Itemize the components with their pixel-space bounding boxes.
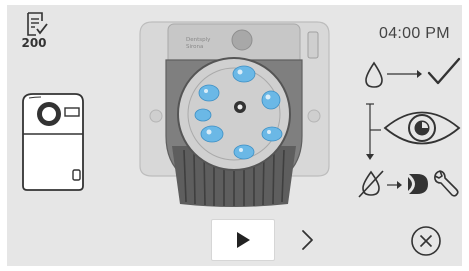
arrow-right-icon-2 [387, 181, 402, 189]
no-water-drop-icon [358, 170, 384, 198]
device-icon [22, 93, 84, 191]
eye-icon [383, 111, 461, 145]
checkmark-icon [427, 57, 461, 85]
checklist-icon [27, 12, 48, 36]
wrench-icon [434, 170, 459, 197]
machine-brand-line2: Sirona [186, 44, 203, 50]
arrow-right-icon [387, 70, 422, 78]
close-button[interactable] [409, 224, 443, 258]
next-button[interactable] [297, 225, 319, 255]
chevron-right-icon [302, 230, 313, 250]
clock-time: 04:00 PM [379, 25, 450, 42]
flow-connector [366, 103, 381, 160]
play-button[interactable] [211, 219, 275, 261]
screen: 200 04:00 PM Dentsply Sirona [7, 5, 462, 266]
cleaning-unit-image: Dentsply Sirona [139, 21, 330, 207]
machine-brand-line1: Dentsply [186, 37, 211, 43]
water-drop-icon [365, 61, 383, 88]
dentsply-sirona-logo-icon [408, 174, 428, 194]
counter-value: 200 [21, 36, 47, 50]
play-icon [237, 232, 250, 248]
